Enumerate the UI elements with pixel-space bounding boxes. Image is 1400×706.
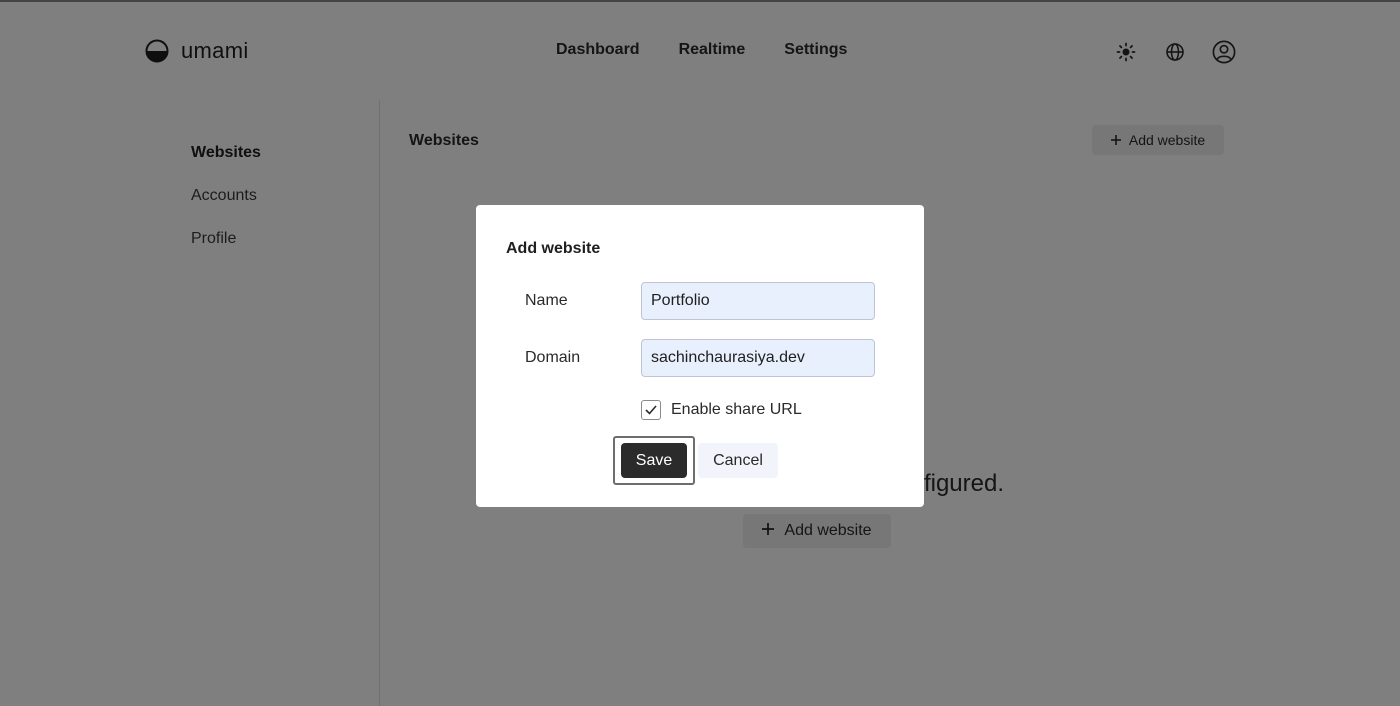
dialog-title: Add website — [506, 240, 601, 257]
share-url-label: Enable share URL — [671, 401, 802, 418]
domain-input[interactable] — [641, 339, 875, 377]
domain-label: Domain — [525, 349, 581, 366]
add-website-dialog: Add website Name Domain Enable share URL… — [476, 205, 924, 507]
save-button[interactable]: Save — [621, 443, 687, 478]
share-url-row: Enable share URL — [641, 400, 802, 420]
name-label: Name — [525, 292, 568, 309]
checkmark-icon — [645, 405, 657, 415]
share-url-checkbox[interactable] — [641, 400, 661, 420]
name-input[interactable] — [641, 282, 875, 320]
top-border — [0, 0, 1400, 2]
cancel-button[interactable]: Cancel — [698, 443, 778, 478]
